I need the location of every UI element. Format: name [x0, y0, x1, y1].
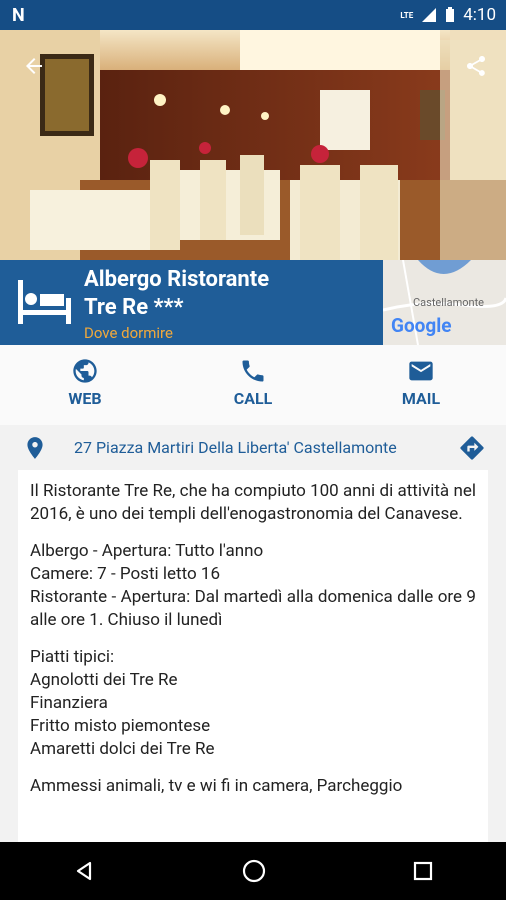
dish-item: Amaretti dolci dei Tre Re — [30, 739, 215, 759]
globe-icon — [73, 359, 97, 383]
app-notification-icon: N — [12, 4, 25, 26]
back-triangle-icon[interactable] — [72, 859, 96, 883]
title-line1: Albergo Ristorante — [84, 267, 270, 292]
system-nav-bar — [0, 842, 506, 900]
mail-button[interactable]: MAIL — [376, 357, 466, 408]
clock: 4:10 — [463, 5, 496, 25]
mail-icon — [409, 361, 433, 381]
title-band: Albergo Ristorante Tre Re *** Dove dormi… — [0, 260, 383, 345]
action-bar: WEB CALL MAIL — [0, 345, 506, 425]
hero-image — [0, 30, 506, 260]
dish-item: Agnolotti dei Tre Re — [30, 670, 178, 690]
share-icon — [467, 56, 485, 76]
extra-services: Ammessi animali, tv e wi fi in camera, P… — [30, 776, 403, 796]
web-button[interactable]: WEB — [40, 357, 130, 408]
arrow-left-icon — [26, 58, 42, 74]
battery-icon — [446, 7, 455, 22]
map-city-label: Castellamonte — [413, 296, 485, 309]
call-button[interactable]: CALL — [208, 357, 298, 408]
hotel-opening: Albergo - Apertura: Tutto l'anno — [30, 541, 264, 561]
location-pin-icon — [27, 437, 43, 459]
dish-item: Finanziera — [30, 693, 108, 713]
call-label: CALL — [233, 389, 273, 408]
description-card: Il Ristorante Tre Re, che ha compiuto 10… — [18, 470, 488, 842]
title-line2: Tre Re *** — [84, 295, 184, 320]
phone-icon — [242, 360, 264, 382]
status-bar: N LTE 4:10 — [0, 0, 506, 30]
directions-icon[interactable] — [458, 434, 486, 462]
rooms-info: Camere: 7 - Posti letto 16 — [30, 564, 220, 584]
mail-label: MAIL — [401, 389, 441, 408]
signal-icon — [422, 8, 437, 22]
opening-info: Albergo - Apertura: Tutto l'anno Camere:… — [30, 540, 476, 632]
bed-icon — [18, 280, 71, 324]
web-label: WEB — [68, 389, 102, 408]
home-circle-icon[interactable] — [241, 858, 267, 884]
share-button[interactable] — [458, 48, 494, 84]
address-text: 27 Piazza Martiri Della Liberta' Castell… — [74, 438, 397, 457]
intro-text: Il Ristorante Tre Re, che ha compiuto 10… — [30, 481, 476, 524]
google-logo: Google — [391, 314, 452, 337]
map-thumbnail[interactable]: Castellamonte Google — [383, 260, 506, 345]
dishes-title: Piatti tipici: — [30, 647, 115, 667]
status-icons: LTE 4:10 — [400, 5, 496, 25]
page-title: Albergo Ristorante Tre Re *** — [84, 266, 269, 322]
restaurant-opening: Ristorante - Apertura: Dal martedì alla … — [30, 587, 476, 630]
address-row[interactable]: 27 Piazza Martiri Della Liberta' Castell… — [0, 428, 506, 468]
dish-item: Fritto misto piemontese — [30, 716, 211, 736]
typical-dishes: Piatti tipici: Agnolotti dei Tre Re Fina… — [30, 646, 476, 761]
category-label: Dove dormire — [84, 324, 173, 342]
back-button[interactable] — [16, 48, 52, 84]
recents-square-icon[interactable] — [412, 860, 434, 882]
network-label: LTE — [400, 10, 414, 20]
